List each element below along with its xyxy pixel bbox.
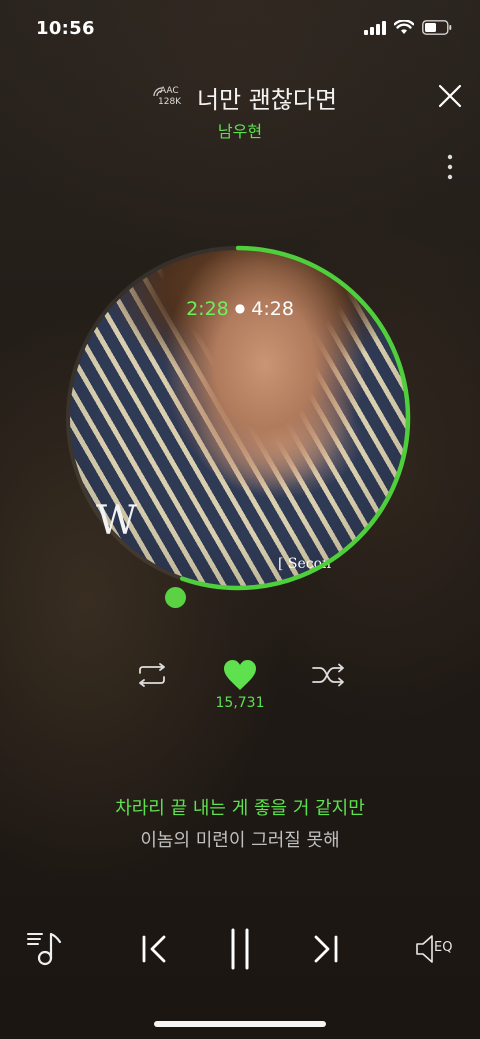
equalizer-button[interactable]: EQ bbox=[414, 932, 460, 966]
lyric-next-line[interactable]: 이놈의 미련이 그러질 못해 bbox=[0, 826, 480, 852]
playlist-button[interactable] bbox=[26, 928, 66, 968]
next-icon bbox=[314, 935, 338, 963]
battery-icon bbox=[422, 20, 452, 35]
lyric-current-line[interactable]: 차라리 끝 내는 게 좋을 거 같지만 bbox=[0, 794, 480, 820]
previous-icon bbox=[142, 935, 166, 963]
status-icons bbox=[364, 20, 452, 35]
shuffle-button[interactable] bbox=[311, 663, 347, 687]
pause-button[interactable] bbox=[226, 928, 254, 970]
pause-icon bbox=[231, 928, 249, 970]
song-title: 너만 괜찮다면 bbox=[196, 86, 338, 114]
close-button[interactable] bbox=[434, 80, 466, 112]
playlist-icon bbox=[27, 932, 62, 966]
repeat-button[interactable] bbox=[134, 663, 170, 687]
signal-icon bbox=[364, 20, 386, 35]
more-options-button[interactable] bbox=[440, 152, 460, 184]
progress-knob[interactable] bbox=[165, 587, 186, 608]
current-time: 2:28 bbox=[186, 298, 229, 320]
heart-icon bbox=[224, 660, 256, 690]
equalizer-icon bbox=[416, 935, 433, 963]
repeat-icon bbox=[139, 663, 165, 687]
home-indicator[interactable] bbox=[154, 1021, 326, 1027]
shuffle-icon bbox=[312, 663, 344, 687]
wifi-icon bbox=[394, 20, 414, 34]
close-icon bbox=[438, 84, 462, 108]
song-title-wrap: 너만 괜찮다면 bbox=[0, 80, 480, 115]
like-count: 15,731 bbox=[215, 695, 265, 711]
more-vertical-icon bbox=[447, 154, 453, 180]
time-display: 2:28 ● 4:28 bbox=[0, 298, 480, 320]
next-button[interactable] bbox=[310, 932, 342, 966]
status-time: 10:56 bbox=[36, 18, 95, 39]
time-separator: ● bbox=[234, 301, 246, 315]
total-time: 4:28 bbox=[251, 298, 294, 320]
artist-name[interactable]: 남우현 bbox=[0, 118, 480, 142]
like-button[interactable] bbox=[222, 658, 258, 692]
equalizer-label: EQ bbox=[434, 940, 453, 955]
previous-button[interactable] bbox=[138, 932, 170, 966]
progress-ring[interactable] bbox=[64, 244, 412, 592]
